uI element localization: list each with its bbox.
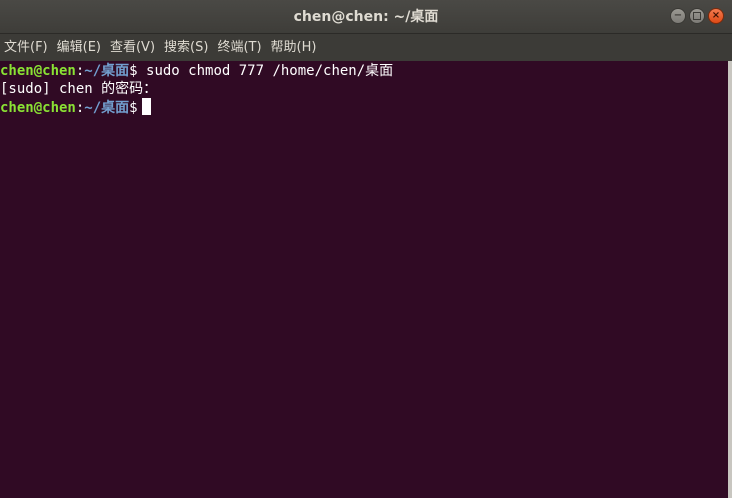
- text-cursor: [141, 98, 151, 115]
- minimize-button[interactable]: −: [670, 8, 686, 24]
- scrollbar[interactable]: [728, 61, 732, 498]
- maximize-icon: [693, 12, 701, 20]
- menu-view[interactable]: 查看(V): [106, 34, 160, 61]
- terminal-line-3: chen@chen:~/桌面$: [0, 98, 728, 116]
- command-text: sudo chmod 777 /home/chen/桌面: [137, 63, 394, 79]
- menu-search[interactable]: 搜索(S): [160, 34, 213, 61]
- maximize-button[interactable]: [689, 8, 705, 24]
- menu-help[interactable]: 帮助(H): [267, 34, 322, 61]
- terminal-output[interactable]: chen@chen:~/桌面$ sudo chmod 777 /home/che…: [0, 61, 728, 498]
- prompt-path: ~/桌面: [84, 100, 130, 116]
- close-icon: ×: [711, 10, 721, 21]
- terminal-line-1: chen@chen:~/桌面$ sudo chmod 777 /home/che…: [0, 62, 728, 80]
- prompt-path: ~/桌面: [84, 63, 130, 79]
- sudo-password-prompt: [sudo] chen 的密码：: [0, 81, 158, 97]
- prompt-symbol: $: [129, 100, 138, 116]
- menu-bar: 文件(F) 编辑(E) 查看(V) 搜索(S) 终端(T) 帮助(H): [0, 34, 732, 61]
- window-title: chen@chen: ~/桌面: [293, 9, 439, 25]
- prompt-symbol: $: [129, 63, 138, 79]
- terminal-window: chen@chen: ~/桌面 − × 文件(F) 编辑(E) 查看(V) 搜索…: [0, 0, 732, 498]
- prompt-user: chen@chen: [0, 100, 76, 116]
- close-button[interactable]: ×: [708, 8, 724, 24]
- window-controls: − ×: [670, 8, 724, 24]
- minimize-icon: −: [673, 10, 683, 21]
- terminal-line-2: [sudo] chen 的密码：: [0, 80, 728, 98]
- title-bar[interactable]: chen@chen: ~/桌面 − ×: [0, 0, 732, 34]
- menu-terminal[interactable]: 终端(T): [213, 34, 266, 61]
- menu-edit[interactable]: 编辑(E): [53, 34, 106, 61]
- prompt-user: chen@chen: [0, 63, 76, 79]
- menu-file[interactable]: 文件(F): [0, 34, 53, 61]
